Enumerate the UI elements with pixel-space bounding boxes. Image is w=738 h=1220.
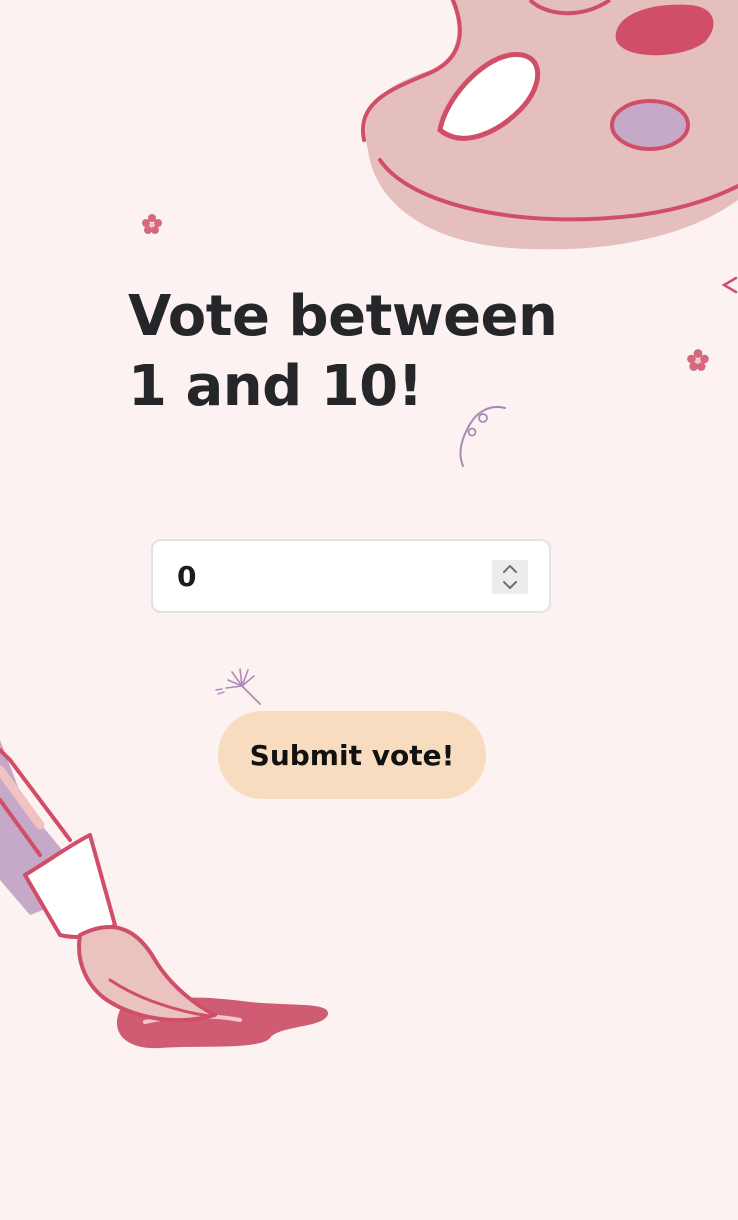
flower-icon bbox=[142, 214, 162, 234]
dandelion-icon bbox=[215, 668, 261, 705]
submit-vote-button[interactable]: Submit vote! bbox=[218, 711, 486, 799]
paint-palette-icon bbox=[360, 0, 738, 250]
chevron-up-icon[interactable] bbox=[492, 560, 528, 577]
arrow-icon bbox=[721, 276, 738, 294]
page-title: Vote between 1 and 10! bbox=[128, 284, 558, 419]
quantity-stepper bbox=[492, 560, 528, 594]
vote-input[interactable] bbox=[177, 553, 477, 599]
chevron-down-icon[interactable] bbox=[492, 577, 528, 594]
vote-page: Vote between 1 and 10! Submit vote! bbox=[0, 0, 738, 1220]
flower-icon bbox=[687, 349, 709, 371]
vote-number-field bbox=[151, 539, 551, 613]
